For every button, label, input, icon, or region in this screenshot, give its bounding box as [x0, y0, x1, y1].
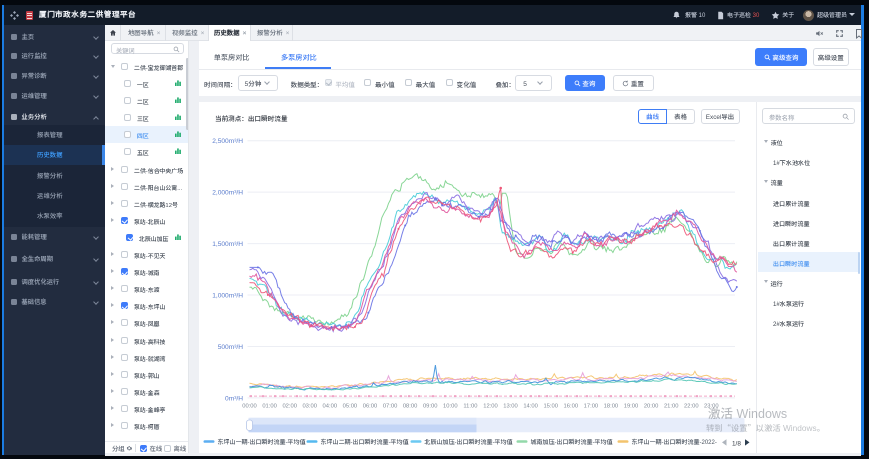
- svg-text:10:00: 10:00: [443, 404, 458, 410]
- svg-text:20:00: 20:00: [643, 404, 658, 410]
- svg-text:18:00: 18:00: [603, 404, 618, 410]
- svg-text:15:00: 15:00: [543, 404, 558, 410]
- svg-text:04:00: 04:00: [322, 404, 337, 410]
- svg-text:03:00: 03:00: [302, 404, 317, 410]
- svg-text:东坪山一期-出口瞬时流量-2022-: 东坪山一期-出口瞬时流量-2022-: [630, 437, 716, 446]
- svg-text:2,500m³/H: 2,500m³/H: [212, 138, 243, 145]
- svg-text:13:00: 13:00: [503, 404, 518, 410]
- svg-text:1/8: 1/8: [732, 440, 741, 447]
- svg-text:00:00: 00:00: [242, 404, 257, 410]
- svg-text:21:00: 21:00: [663, 404, 678, 410]
- svg-text:09:00: 09:00: [422, 404, 437, 410]
- svg-text:500m³/H: 500m³/H: [217, 344, 243, 351]
- svg-text:1,000m³/H: 1,000m³/H: [212, 293, 243, 300]
- svg-text:01:00: 01:00: [262, 404, 277, 410]
- svg-text:19:00: 19:00: [623, 404, 638, 410]
- svg-text:城南加压-出口瞬时流量-平均值: 城南加压-出口瞬时流量-平均值: [530, 437, 612, 446]
- svg-text:17:00: 17:00: [583, 404, 598, 410]
- svg-text:22:00: 22:00: [684, 404, 699, 410]
- svg-text:14:00: 14:00: [523, 404, 538, 410]
- svg-text:1,500m³/H: 1,500m³/H: [212, 241, 243, 248]
- svg-text:16:00: 16:00: [563, 404, 578, 410]
- svg-text:07:00: 07:00: [382, 404, 397, 410]
- svg-text:08:00: 08:00: [402, 404, 417, 410]
- svg-text:2,000m³/H: 2,000m³/H: [212, 190, 243, 197]
- svg-text:北辰山加压-出口瞬时流量-平均值: 北辰山加压-出口瞬时流量-平均值: [424, 437, 512, 446]
- svg-text:0m³/H: 0m³/H: [225, 395, 243, 402]
- svg-text:06:00: 06:00: [362, 404, 377, 410]
- svg-text:东坪山二期-出口瞬时流量-平均值: 东坪山二期-出口瞬时流量-平均值: [319, 437, 408, 446]
- svg-text:02:00: 02:00: [282, 404, 297, 410]
- svg-text:05:00: 05:00: [342, 404, 357, 410]
- svg-text:12:00: 12:00: [483, 404, 498, 410]
- svg-text:11:00: 11:00: [463, 404, 477, 410]
- svg-text:东坪山一期-出口瞬时流量-平均值: 东坪山一期-出口瞬时流量-平均值: [216, 437, 305, 446]
